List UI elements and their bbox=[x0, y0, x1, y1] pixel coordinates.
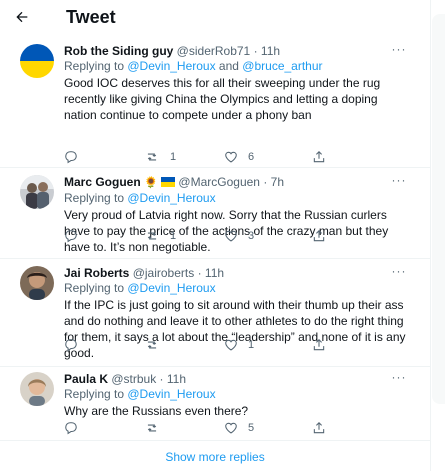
right-sidebar-panel bbox=[432, 14, 445, 404]
retweet-button[interactable]: 1 bbox=[144, 229, 176, 243]
replying-to-label: Replying to bbox=[64, 387, 128, 401]
reply-icon bbox=[65, 151, 77, 164]
like-button[interactable]: 1 bbox=[224, 338, 254, 352]
separator: · bbox=[259, 175, 271, 189]
tweet-actions: 1 bbox=[64, 338, 325, 354]
tweet-text: Why are the Russians even there? bbox=[64, 404, 249, 418]
mention-link[interactable]: @Devin_Heroux bbox=[127, 387, 215, 401]
retweet-button[interactable]: 1 bbox=[144, 150, 176, 164]
reply-tweet[interactable]: Marc Goguen 🌻 @MarcGoguen · 7h Replying … bbox=[0, 167, 430, 259]
tweet-thread-column: Tweet Rob the Siding guy @siderRob71 · 1… bbox=[0, 0, 431, 471]
mention-link[interactable]: @Devin_Heroux bbox=[127, 191, 215, 205]
share-icon bbox=[313, 151, 325, 163]
mention-link[interactable]: @Devin_Heroux bbox=[127, 59, 215, 73]
share-button[interactable] bbox=[312, 150, 326, 164]
user-photo-avatar-icon bbox=[20, 266, 54, 300]
author-handle[interactable]: @jairoberts bbox=[133, 266, 195, 280]
avatar[interactable] bbox=[20, 44, 54, 78]
reply-button[interactable] bbox=[64, 150, 78, 164]
retweet-icon bbox=[147, 341, 157, 349]
replying-to: Replying to @Devin_Heroux bbox=[64, 191, 410, 206]
share-icon bbox=[313, 422, 325, 434]
replying-to-label: Replying to bbox=[64, 59, 128, 73]
reply-tweet[interactable]: Paula K @strbuk · 11h Replying to @Devin… bbox=[0, 366, 430, 441]
author-handle[interactable]: @MarcGoguen bbox=[178, 175, 260, 189]
share-icon bbox=[313, 339, 325, 351]
tweet-actions: 1 6 bbox=[64, 150, 325, 166]
mention-link[interactable]: @Devin_Heroux bbox=[127, 281, 215, 295]
share-button[interactable] bbox=[312, 421, 326, 435]
author-name[interactable]: Jai Roberts bbox=[64, 266, 129, 280]
author-name[interactable]: Marc Goguen bbox=[64, 175, 141, 189]
more-options-icon[interactable]: ··· bbox=[388, 173, 410, 187]
author-handle[interactable]: @siderRob71 bbox=[177, 44, 251, 58]
more-options-icon[interactable]: ··· bbox=[388, 264, 410, 278]
share-button[interactable] bbox=[312, 338, 326, 352]
retweet-count: 1 bbox=[170, 151, 177, 163]
author-name[interactable]: Rob the Siding guy bbox=[64, 44, 173, 58]
replying-to: Replying to @Devin_Heroux and @bruce_art… bbox=[64, 59, 410, 74]
header: Tweet bbox=[0, 0, 430, 34]
user-photo-avatar-icon bbox=[20, 175, 54, 209]
avatar[interactable] bbox=[20, 266, 54, 300]
more-options-icon[interactable]: ··· bbox=[388, 42, 410, 56]
user-photo-avatar-icon bbox=[20, 372, 54, 406]
reply-button[interactable] bbox=[64, 229, 78, 243]
tweet-actions: 5 bbox=[64, 421, 325, 437]
replying-to-label: Replying to bbox=[64, 191, 128, 205]
heart-icon bbox=[225, 230, 237, 242]
avatar[interactable] bbox=[20, 175, 54, 209]
reply-tweet[interactable]: Jai Roberts @jairoberts · 11h Replying t… bbox=[0, 258, 430, 367]
share-button[interactable] bbox=[312, 229, 326, 243]
separator: · bbox=[194, 266, 205, 280]
replying-to: Replying to @Devin_Heroux bbox=[64, 387, 410, 402]
author-name[interactable]: Paula K bbox=[64, 372, 108, 386]
back-arrow-icon[interactable] bbox=[12, 7, 32, 27]
reply-button[interactable] bbox=[64, 421, 78, 435]
heart-icon bbox=[225, 422, 237, 434]
mention-link[interactable]: @bruce_arthur bbox=[242, 59, 322, 73]
retweet-button[interactable] bbox=[144, 338, 160, 352]
reply-icon bbox=[65, 339, 77, 352]
more-options-icon[interactable]: ··· bbox=[388, 370, 410, 384]
ukraine-flag-emoji-icon bbox=[161, 177, 176, 187]
heart-icon bbox=[225, 151, 237, 163]
separator: · bbox=[250, 44, 261, 58]
like-count: 6 bbox=[248, 151, 255, 163]
like-button[interactable]: 5 bbox=[224, 421, 254, 435]
tweet-text: Good IOC deserves this for all their swe… bbox=[64, 76, 381, 122]
like-count: 5 bbox=[248, 422, 255, 434]
page-title: Tweet bbox=[66, 6, 116, 27]
sunflower-emoji: 🌻 bbox=[144, 177, 158, 189]
replying-to: Replying to @Devin_Heroux bbox=[64, 281, 410, 296]
replying-to-label: Replying to bbox=[64, 281, 128, 295]
mention-join: and bbox=[215, 59, 243, 73]
timestamp[interactable]: 11h bbox=[167, 372, 186, 386]
reply-icon bbox=[65, 230, 77, 243]
like-count: 1 bbox=[248, 339, 255, 351]
share-icon bbox=[313, 230, 325, 242]
retweet-icon bbox=[147, 153, 157, 161]
author-handle[interactable]: @strbuk bbox=[111, 372, 156, 386]
like-button[interactable]: 3 bbox=[224, 229, 254, 243]
retweet-icon bbox=[147, 232, 157, 240]
ukraine-flag-avatar-icon bbox=[20, 44, 54, 78]
timestamp[interactable]: 7h bbox=[271, 175, 284, 189]
timestamp[interactable]: 11h bbox=[205, 266, 224, 280]
show-more-replies-button[interactable]: Show more replies bbox=[0, 450, 430, 464]
heart-icon bbox=[225, 339, 237, 351]
separator: · bbox=[156, 372, 167, 386]
timestamp[interactable]: 11h bbox=[261, 44, 280, 58]
avatar[interactable] bbox=[20, 372, 54, 406]
like-count: 3 bbox=[248, 230, 255, 242]
tweet-actions: 1 3 bbox=[64, 229, 325, 245]
retweet-icon bbox=[147, 424, 157, 432]
reply-button[interactable] bbox=[64, 338, 78, 352]
reply-tweet[interactable]: Rob the Siding guy @siderRob71 · 11h Rep… bbox=[0, 34, 430, 168]
retweet-count: 1 bbox=[170, 230, 177, 242]
like-button[interactable]: 6 bbox=[224, 150, 254, 164]
reply-icon bbox=[65, 422, 77, 435]
retweet-button[interactable] bbox=[144, 421, 160, 435]
